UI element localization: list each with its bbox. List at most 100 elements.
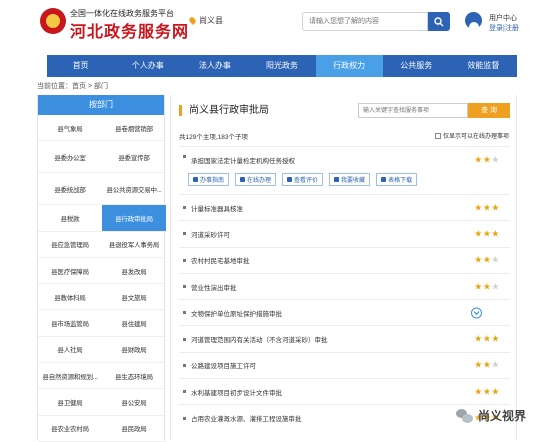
form-download-button[interactable]: 表格下载 xyxy=(376,173,418,186)
sidebar-item[interactable]: 县退役军人事务局 xyxy=(102,232,166,258)
sidebar-item[interactable]: 县卷烟营销部 xyxy=(102,115,166,142)
online-handle-button[interactable]: 在线办理 xyxy=(235,173,277,186)
site-search-button[interactable] xyxy=(428,12,450,31)
item-title[interactable]: 占用农业灌溉水源、灌排工程设施审批 xyxy=(191,413,302,423)
nav-item-open-government[interactable]: 阳光政务 xyxy=(248,55,315,77)
user-avatar-icon[interactable] xyxy=(465,12,482,29)
item-title[interactable]: 文物保护单位原址保护措施审批 xyxy=(191,308,282,318)
expand-toggle[interactable] xyxy=(471,307,482,319)
department-grid: 县气象局 县卷烟营销部 县委办公室 县委宣传部 县委统战部 县公共资源交易中..… xyxy=(38,115,166,442)
list-item[interactable]: 公路建设项目施工许可 ★★★ xyxy=(179,351,510,378)
star-icon: ★ xyxy=(482,281,492,292)
star-icon xyxy=(334,177,340,182)
nav-item-legal-entity[interactable]: 法人办事 xyxy=(181,55,248,77)
list-item[interactable]: 营业性演出审批 ★★★ xyxy=(179,272,510,299)
sidebar-item[interactable]: 县公安局 xyxy=(102,389,166,416)
list-item[interactable]: 河道采砂许可 ★★★ xyxy=(179,220,510,246)
star-icon: ★ xyxy=(474,333,483,344)
watermark-text: 尚义视界 xyxy=(478,409,527,423)
nav-item-public-service[interactable]: 公共服务 xyxy=(383,55,450,77)
item-title[interactable]: 公路建设项目施工许可 xyxy=(191,360,256,370)
star-icon: ★ xyxy=(491,154,500,165)
nav-item-home[interactable]: 首页 xyxy=(47,55,114,77)
sidebar-item[interactable]: 县公共资源交易中... xyxy=(102,173,166,206)
star-icon: ★ xyxy=(474,281,483,292)
national-emblem-icon[interactable] xyxy=(40,8,66,34)
site-title[interactable]: 河北政务服务网 xyxy=(70,18,189,42)
online-only-filter[interactable]: 仅显示可以在线办理事项 xyxy=(434,131,509,140)
sidebar-item[interactable]: 县医疗保障局 xyxy=(38,258,102,285)
bullet-icon xyxy=(183,337,186,341)
register-link[interactable]: 注册 xyxy=(505,25,519,32)
sidebar-item[interactable]: 县教体科局 xyxy=(38,284,102,311)
sidebar-item[interactable]: 县卫健局 xyxy=(38,389,102,416)
sidebar-item[interactable]: 县委宣传部 xyxy=(102,141,166,174)
item-actions: 办事指南 在线办理 查看评价 我要收藏 表格下载 xyxy=(188,173,418,186)
nav-item-efficiency-supervision[interactable]: 效能监督 xyxy=(450,55,517,77)
item-search-button[interactable]: 查 询 xyxy=(468,103,510,118)
rating-stars: ★★★ xyxy=(474,228,500,239)
sidebar-item[interactable]: 县发改局 xyxy=(102,258,166,285)
user-center-link[interactable]: 用户中心 xyxy=(489,13,517,23)
download-icon xyxy=(381,177,387,182)
item-title[interactable]: 河道管理范围内有关活动（不含河道采砂）审批 xyxy=(191,334,328,344)
list-item[interactable]: 承担国家法定计量检定机构任务授权 ★★★ 办事指南 在线办理 查看评价 我要收藏… xyxy=(179,146,510,194)
sidebar-item[interactable]: 县税款 xyxy=(38,205,102,232)
view-evaluation-button[interactable]: 查看评价 xyxy=(282,173,324,186)
nav-item-personal[interactable]: 个人办事 xyxy=(114,55,181,77)
star-icon: ★ xyxy=(491,281,500,292)
sidebar-item[interactable]: 县应急管理局 xyxy=(38,232,102,258)
item-title[interactable]: 营业性演出审批 xyxy=(191,282,237,292)
list-item[interactable]: 文物保护单位原址保护措施审批 xyxy=(179,299,510,325)
guide-icon xyxy=(193,177,198,182)
nav-item-administrative-power[interactable]: 行政权力 xyxy=(315,55,383,77)
location-selector[interactable]: 尚义县 xyxy=(187,15,223,26)
sidebar-item[interactable]: 县委统战部 xyxy=(38,173,102,206)
list-item[interactable]: 农村村民宅基地审批 ★★★ xyxy=(179,246,510,273)
site-search-input[interactable] xyxy=(302,12,428,31)
rating-stars: ★★★ xyxy=(474,334,500,345)
online-only-checkbox[interactable] xyxy=(434,132,441,139)
item-search-input[interactable] xyxy=(358,103,468,118)
guide-button[interactable]: 办事指南 xyxy=(188,173,230,186)
chevron-down-icon xyxy=(473,310,480,316)
list-item[interactable]: 河道管理范围内有关活动（不含河道采砂）审批 ★★★ xyxy=(179,325,510,351)
sidebar-item[interactable]: 县气象局 xyxy=(38,115,102,142)
item-title[interactable]: 农村村民宅基地审批 xyxy=(191,255,250,265)
sidebar-item[interactable]: 县文旅局 xyxy=(102,284,166,311)
item-title[interactable]: 承担国家法定计量检定机构任务授权 xyxy=(191,155,295,165)
sidebar-item[interactable]: 县委办公室 xyxy=(38,141,102,174)
sidebar-item[interactable]: 县财政局 xyxy=(102,337,166,364)
star-icon: ★ xyxy=(491,202,500,213)
item-title[interactable]: 计量标准器具核准 xyxy=(191,203,243,213)
sidebar-item[interactable]: 县市场监管局 xyxy=(38,310,102,337)
star-icon: ★ xyxy=(491,386,500,397)
sidebar-item[interactable]: 县民政局 xyxy=(102,416,166,442)
favorite-button[interactable]: 我要收藏 xyxy=(329,173,371,186)
bullet-icon xyxy=(183,285,186,289)
item-title[interactable]: 水利基建项目初步设计文件审批 xyxy=(191,387,282,397)
online-icon xyxy=(240,177,246,182)
bullet-icon xyxy=(183,363,186,367)
rating-stars: ★★★ xyxy=(474,155,500,166)
item-title[interactable]: 河道采砂许可 xyxy=(191,229,230,239)
site-header: 全国一体化在线政务服务平台 河北政务服务网 尚义县 用户中心 登录|注册 xyxy=(0,0,557,52)
location-label: 尚义县 xyxy=(199,16,223,25)
star-icon: ★ xyxy=(474,202,483,213)
service-item-list: 承担国家法定计量检定机构任务授权 ★★★ 办事指南 在线办理 查看评价 我要收藏… xyxy=(179,146,510,431)
evaluation-icon xyxy=(287,177,293,182)
sidebar-item-active[interactable]: 县行政审批局 xyxy=(102,205,166,232)
sidebar-item[interactable]: 县住建局 xyxy=(102,310,166,337)
star-icon: ★ xyxy=(474,228,483,239)
star-icon: ★ xyxy=(491,359,500,370)
sidebar-item[interactable]: 县农业农村局 xyxy=(38,416,102,442)
login-link[interactable]: 登录 xyxy=(489,25,503,32)
list-item[interactable]: 水利基建项目初步设计文件审批 ★★★ xyxy=(179,378,510,404)
sidebar-item[interactable]: 县人社局 xyxy=(38,337,102,364)
bullet-icon xyxy=(183,416,186,420)
sidebar-item[interactable]: 县生态环境局 xyxy=(102,363,166,390)
sidebar-item[interactable]: 县自然资源和规划... xyxy=(38,363,102,390)
search-icon xyxy=(434,16,444,26)
list-item[interactable]: 计量标准器具核准 ★★★ xyxy=(179,194,510,220)
form-download-label: 表格下载 xyxy=(388,178,413,184)
